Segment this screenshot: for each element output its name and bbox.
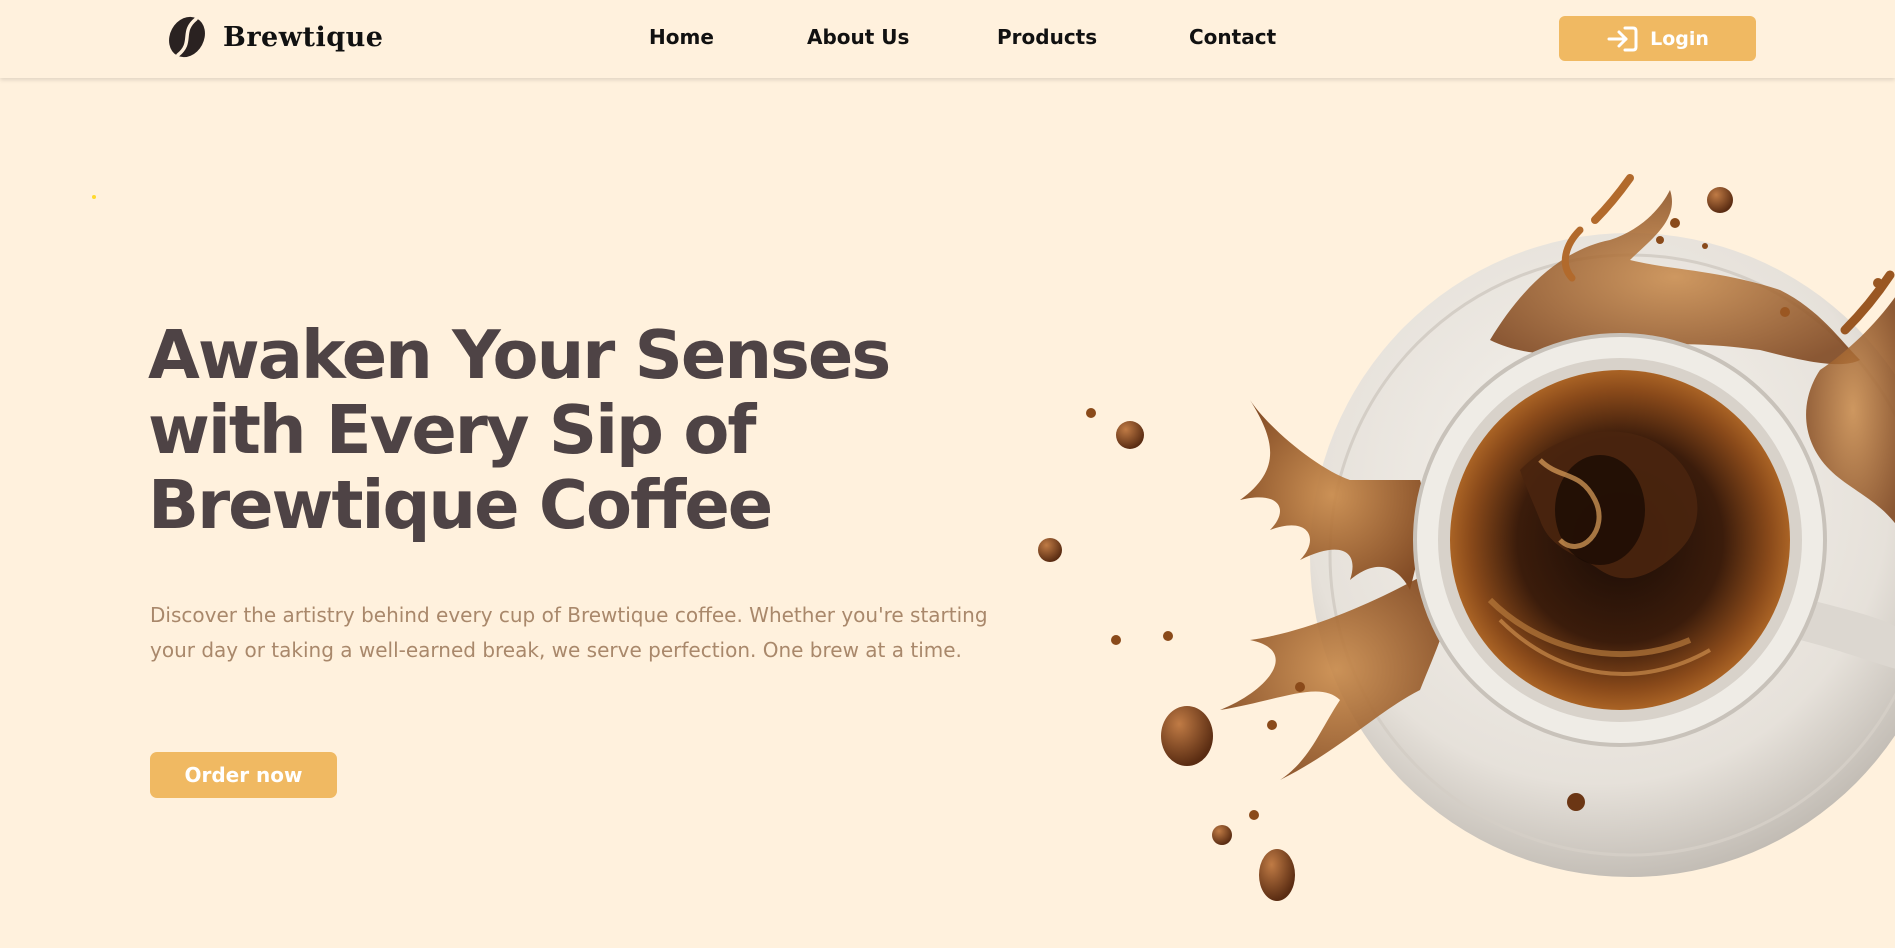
hero-title-line: Awaken Your Senses	[148, 316, 891, 394]
decorative-dot	[92, 195, 96, 199]
login-button[interactable]: Login	[1559, 16, 1756, 61]
nav-home[interactable]: Home	[649, 25, 714, 49]
nav-products[interactable]: Products	[997, 25, 1097, 49]
login-icon	[1607, 26, 1638, 51]
nav-about-us[interactable]: About Us	[807, 25, 909, 49]
hero-title: Awaken Your Senses with Every Sip of Bre…	[148, 318, 948, 543]
hero-title-line: Brewtique Coffee	[148, 466, 773, 544]
order-now-button[interactable]: Order now	[150, 752, 337, 798]
nav-contact[interactable]: Contact	[1189, 25, 1276, 49]
coffee-cup-image	[1038, 174, 1895, 901]
site-header: Brewtique Home About Us Products Contact…	[0, 0, 1895, 78]
hero-title-line: with Every Sip of	[148, 391, 757, 469]
hero-description: Discover the artistry behind every cup o…	[150, 603, 988, 662]
login-label: Login	[1650, 27, 1709, 50]
